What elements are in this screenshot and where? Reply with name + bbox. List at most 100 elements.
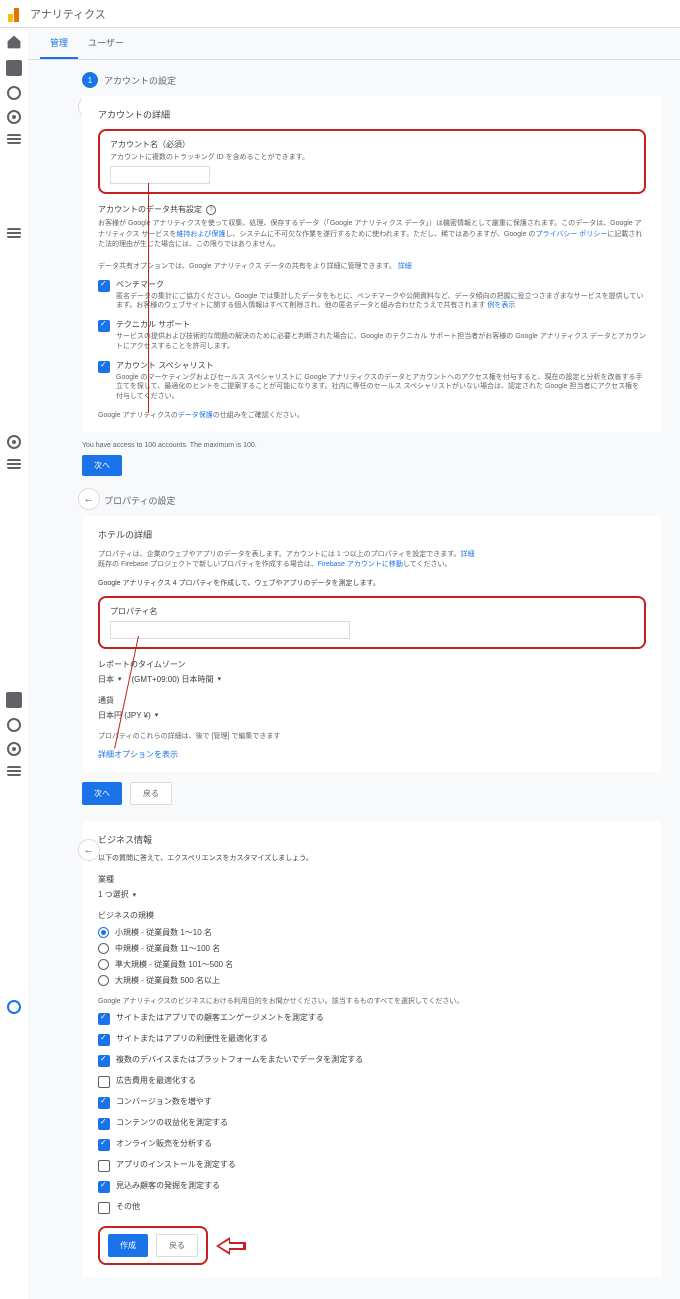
back-arrow-button-3[interactable]: [78, 839, 100, 861]
configure-icon-3[interactable]: [7, 459, 21, 469]
explore-icon-2[interactable]: [7, 718, 21, 732]
share-settings-desc: お客様が Google アナリティクスを使って収集、処理、保存するデータ（「Go…: [98, 219, 646, 251]
step-1: 1 アカウントの設定 アカウントの詳細 アカウント名（必須） アカウントに複数の…: [82, 72, 662, 432]
goal-9-label: 見込み顧客の発掘を測定する: [116, 1180, 220, 1191]
sidebar-group-3: [0, 692, 28, 776]
top-bar: アナリティクス: [0, 0, 680, 28]
step-3: ビジネス情報 以下の質問に答えて、エクスペリエンスをカスタマイズしましょう。 業…: [82, 821, 662, 1278]
prop-detail-link[interactable]: 詳細: [461, 551, 475, 558]
back-button-3[interactable]: 戻る: [156, 1234, 198, 1257]
account-name-hint: アカウントに複数のトラッキング ID を含めることができます。: [110, 152, 634, 162]
goal-10-checkbox[interactable]: [98, 1202, 110, 1214]
advertising-icon-3[interactable]: [7, 742, 21, 756]
create-button[interactable]: 作成: [108, 1234, 148, 1257]
step-1-title: アカウントの設定: [104, 74, 176, 87]
info-icon[interactable]: ?: [206, 205, 216, 215]
timezone-block: レポートのタイムゾーン 日本 (GMT+09:00) 日本時間: [98, 659, 646, 685]
sidebar-group-2: [0, 435, 28, 469]
size-radio-xlarge[interactable]: [98, 975, 109, 986]
industry-block: 業種 1 つ選択: [98, 874, 646, 900]
next-button-2[interactable]: 次へ: [82, 782, 122, 805]
benchmark-checkbox[interactable]: [98, 280, 110, 292]
goal-5-label: コンバージョン数を増やす: [116, 1096, 212, 1107]
show-advanced-link[interactable]: 詳細オプションを表示: [98, 749, 646, 760]
tech-desc: サービスの提供および技術的な問題の解決のために必要と判断された場合に、Googl…: [116, 332, 646, 352]
goal-3-label: 複数のデバイスまたはプラットフォームをまたいでデータを測定する: [116, 1054, 363, 1065]
tz-value-select[interactable]: (GMT+09:00) 日本時間: [132, 674, 222, 685]
industry-select[interactable]: 1 つ選択: [98, 889, 136, 900]
size-radio-small[interactable]: [98, 927, 109, 938]
goal-7-checkbox[interactable]: [98, 1139, 110, 1151]
benchmark-desc: 匿名データの集計にご協力ください。Google では集計したデータをもとに、ベン…: [116, 292, 646, 312]
goal-4-checkbox[interactable]: [98, 1076, 110, 1088]
maintain-link[interactable]: 維持および保護: [176, 231, 225, 238]
reports-icon[interactable]: [6, 60, 22, 76]
goal-1-checkbox[interactable]: [98, 1013, 110, 1025]
account-name-input[interactable]: [110, 166, 210, 184]
data-protection-footnote: Google アナリティクスのデータ保護の仕組みをご確認ください。: [98, 410, 646, 420]
business-panel: ビジネス情報 以下の質問に答えて、エクスペリエンスをカスタマイズしましょう。 業…: [82, 821, 662, 1278]
configure-icon-2[interactable]: [7, 228, 21, 238]
sidebar-mid: [0, 228, 28, 238]
main-content: 管理 ユーザー 1 アカウントの設定 アカウントの詳細 アカウント名（必須） ア…: [28, 28, 680, 1299]
gear-icon[interactable]: [7, 1000, 21, 1014]
back-button-2[interactable]: 戻る: [130, 782, 172, 805]
step-1-num: 1: [82, 72, 98, 88]
goal-8-checkbox[interactable]: [98, 1160, 110, 1172]
red-arrow-annotation: [216, 1235, 248, 1257]
share-note-link[interactable]: 詳細: [398, 263, 412, 270]
left-sidebar: [0, 28, 28, 144]
currency-select[interactable]: 日本円 (JPY ¥): [98, 710, 158, 721]
tech-title: テクニカル サポート: [116, 319, 646, 330]
size-label-1: 小規模 - 従業員数 1～10 名: [115, 927, 212, 938]
prop-desc: プロパティは、企業のウェブやアプリのデータを表します。アカウントには 1 つ以上…: [98, 549, 646, 569]
goal-6-checkbox[interactable]: [98, 1118, 110, 1130]
configure-icon[interactable]: [7, 134, 21, 144]
tab-admin[interactable]: 管理: [40, 28, 78, 59]
ga4-note: Google アナリティクス 4 プロパティを作成して、ウェブやアプリのデータを…: [98, 579, 646, 590]
customize-note: 以下の質問に答えて、エクスペリエンスをカスタマイズしましょう。: [98, 854, 646, 865]
benchmark-title: ベンチマーク: [116, 279, 646, 290]
panel-1-title: アカウントの詳細: [98, 108, 646, 121]
next-button-1[interactable]: 次へ: [82, 455, 122, 476]
panel-2-title: ホテルの詳細: [98, 528, 646, 541]
specialist-checkbox[interactable]: [98, 361, 110, 373]
property-name-input[interactable]: [110, 621, 350, 639]
account-name-label: アカウント名（必須）: [110, 139, 634, 150]
analytics-logo-icon: [8, 6, 24, 22]
sidebar-bottom: [0, 1000, 28, 1014]
size-radio-medium[interactable]: [98, 943, 109, 954]
property-panel: ホテルの詳細 プロパティは、企業のウェブやアプリのデータを表します。アカウントに…: [82, 516, 662, 772]
benchmark-example-link[interactable]: 例を表示: [487, 302, 515, 309]
step-2: 2 プロパティの設定 ホテルの詳細 プロパティは、企業のウェブやアプリのデータを…: [82, 492, 662, 805]
tab-user[interactable]: ユーザー: [78, 28, 134, 59]
step-1-buttons: 次へ: [82, 455, 662, 476]
size-label-4: 大規模 - 従業員数 500 名以上: [115, 975, 220, 986]
size-radio-large[interactable]: [98, 959, 109, 970]
firebase-link[interactable]: Firebase アカウントに移動: [318, 561, 403, 568]
goal-3-checkbox[interactable]: [98, 1055, 110, 1067]
goal-5-checkbox[interactable]: [98, 1097, 110, 1109]
home-icon[interactable]: [6, 34, 22, 50]
spec-desc: Google のマーケティングおよびセールス スペシャリストに Google ア…: [116, 373, 646, 402]
tz-country-select[interactable]: 日本: [98, 674, 122, 685]
reports-icon-2[interactable]: [6, 692, 22, 708]
advertising-icon[interactable]: [7, 110, 21, 124]
industry-label: 業種: [98, 874, 646, 885]
goal-2-label: サイトまたはアプリの利便性を最適化する: [116, 1033, 268, 1044]
back-arrow-button-2[interactable]: [78, 488, 100, 510]
account-name-redbox-annotation: アカウント名（必須） アカウントに複数のトラッキング ID を含めることができま…: [98, 129, 646, 194]
advertising-icon-2[interactable]: [7, 435, 21, 449]
share-settings-title: アカウントのデータ共有設定 ?: [98, 204, 646, 215]
goal-8-label: アプリのインストールを測定する: [116, 1159, 236, 1170]
data-protection-link[interactable]: データ保護: [178, 412, 213, 419]
content-area: 1 アカウントの設定 アカウントの詳細 アカウント名（必須） アカウントに複数の…: [28, 60, 680, 1299]
goal-2-checkbox[interactable]: [98, 1034, 110, 1046]
configure-icon-4[interactable]: [7, 766, 21, 776]
explore-icon[interactable]: [7, 86, 21, 100]
tech-support-checkbox[interactable]: [98, 320, 110, 332]
goal-9-checkbox[interactable]: [98, 1181, 110, 1193]
privacy-policy-link[interactable]: プライバシー ポリシー: [535, 231, 607, 238]
account-limit-text: You have access to 100 accounts. The max…: [82, 442, 662, 449]
size-label-2: 中規模 - 従業員数 11～100 名: [115, 943, 220, 954]
